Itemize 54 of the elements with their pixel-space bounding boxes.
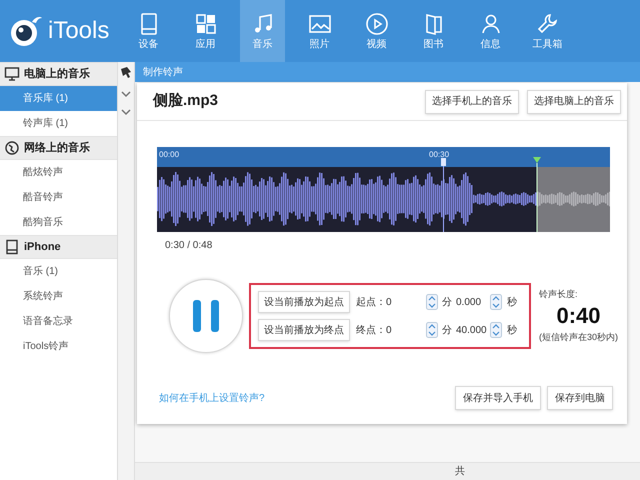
phone-icon — [4, 239, 20, 255]
playhead-marker[interactable] — [441, 158, 446, 232]
sidebar-item[interactable]: 酷音铃声 — [0, 185, 117, 210]
unit-label: 秒 — [507, 324, 517, 338]
length-note: (短信铃声在30秒内) — [539, 331, 618, 344]
set-point-button[interactable]: 设当前播放为终点 — [258, 319, 350, 341]
pause-button[interactable] — [169, 279, 243, 353]
sidebar-item[interactable]: 铃声库 (1) — [0, 111, 117, 136]
panel-title-bar: 制作铃声 — [135, 62, 640, 82]
save-button[interactable]: 保存到电脑 — [547, 386, 613, 410]
timeline-label: 00:30 — [429, 150, 450, 159]
playback-time: 0:30 / 0:48 — [165, 239, 214, 253]
sidebar-item[interactable]: 酷炫铃声 — [0, 160, 117, 185]
unit-label: 秒 — [507, 296, 517, 310]
minutes-field[interactable]: 0 — [386, 294, 426, 310]
app-name: iTools — [48, 19, 110, 43]
wrench-icon — [536, 12, 560, 36]
sidebar-item[interactable]: 酷狗音乐 — [0, 210, 117, 235]
spinner-icon[interactable] — [426, 294, 438, 310]
file-name: 侧脸.mp3 — [153, 91, 218, 112]
set-point-button[interactable]: 设当前播放为起点 — [258, 291, 350, 313]
grid-icon — [194, 12, 218, 36]
globe-icon — [4, 140, 20, 156]
seconds-field[interactable]: 40.000 — [456, 322, 490, 338]
seconds-field[interactable]: 0.000 — [456, 294, 490, 310]
spinner-icon[interactable] — [490, 294, 502, 310]
picture-icon — [308, 12, 332, 36]
choose-music-button[interactable]: 选择电脑上的音乐 — [527, 90, 621, 114]
spinner-icon[interactable] — [426, 322, 438, 338]
spinner-icon[interactable] — [490, 322, 502, 338]
end-marker[interactable] — [533, 157, 541, 232]
sidebar-item[interactable]: 语音备忘录 — [0, 309, 117, 334]
minutes-field[interactable]: 0 — [386, 322, 426, 338]
sidebar-item[interactable]: iTools铃声 — [0, 334, 117, 359]
pointer-icon[interactable] — [120, 66, 132, 78]
field-label: 起点： — [356, 296, 386, 310]
monitor-icon — [4, 66, 20, 82]
status-text: 共 — [455, 464, 465, 479]
save-button[interactable]: 保存并导入手机 — [455, 386, 541, 410]
unit-label: 分 — [442, 324, 452, 338]
section-title: iPhone — [24, 240, 61, 255]
pause-icon — [193, 300, 219, 332]
play-circle-icon — [364, 12, 388, 36]
sidebar-item[interactable]: 音乐 (1) — [0, 259, 117, 284]
sidebar-item[interactable]: 系统铃声 — [0, 284, 117, 309]
length-label: 铃声长度: — [539, 288, 579, 300]
choose-music-button[interactable]: 选择手机上的音乐 — [425, 90, 519, 114]
ringtone-length: 0:40 — [556, 302, 601, 330]
section-title: 电脑上的音乐 — [24, 66, 90, 82]
section-title: 网络上的音乐 — [24, 140, 90, 156]
field-label: 终点： — [356, 324, 386, 338]
logo-icon — [8, 14, 44, 48]
timeline-label: 00:00 — [159, 150, 180, 159]
unit-label: 分 — [442, 296, 452, 310]
